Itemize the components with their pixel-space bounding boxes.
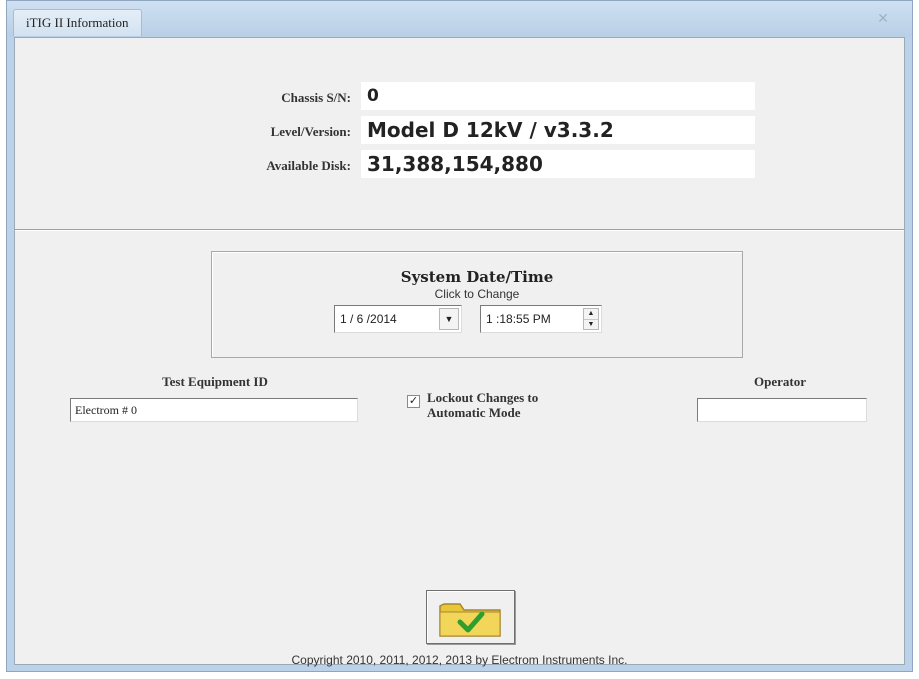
operator-label: Operator	[754, 374, 806, 389]
lockout-label-line1: Lockout Changes to	[427, 390, 539, 405]
chevron-down-icon[interactable]: ▼	[439, 308, 459, 330]
close-icon[interactable]: ✕	[876, 11, 890, 25]
lockout-label-line2: Automatic Mode	[427, 405, 521, 420]
system-datetime-title: System Date/Time	[400, 268, 554, 286]
date-picker[interactable]: 1 / 6 /2014 ▼	[334, 305, 462, 333]
spin-down-icon[interactable]: ▼	[584, 319, 598, 330]
time-value: 1 :18:55 PM	[486, 312, 551, 326]
window-title: iTIG II Information	[13, 9, 142, 36]
ok-button[interactable]	[426, 590, 515, 644]
test-equipment-id-field[interactable]: Electrom # 0	[70, 398, 358, 422]
system-datetime-group: System Date/Time Click to Change 1 / 6 /…	[211, 251, 743, 358]
time-picker[interactable]: 1 :18:55 PM ▲ ▼	[480, 305, 602, 333]
date-value: 1 / 6 /2014	[340, 312, 397, 326]
copyright-text: Copyright 2010, 2011, 2012, 2013 by Elec…	[291, 653, 628, 667]
section-divider	[15, 229, 904, 231]
available-disk-value: 31,388,154,880	[361, 150, 755, 178]
chassis-sn-value: 0	[361, 82, 755, 110]
lockout-label[interactable]: Lockout Changes to Automatic Mode	[427, 390, 627, 420]
dialog-window: iTIG II Information ✕ Chassis S/N: 0 Lev…	[6, 0, 913, 672]
level-version-value: Model D 12kV / v3.3.2	[361, 116, 755, 144]
level-version-label: Level/Version:	[270, 124, 351, 139]
chassis-sn-label: Chassis S/N:	[281, 90, 351, 105]
title-bar[interactable]: iTIG II Information ✕	[7, 1, 912, 37]
folder-check-icon	[439, 603, 501, 637]
click-to-change-hint: Click to Change	[434, 287, 520, 301]
lockout-checkbox[interactable]: ✓	[407, 395, 420, 408]
spin-up-icon[interactable]: ▲	[584, 309, 598, 319]
spinner-icon[interactable]: ▲ ▼	[583, 308, 599, 330]
available-disk-label: Available Disk:	[266, 158, 351, 173]
test-equipment-id-label: Test Equipment ID	[162, 374, 268, 389]
dialog-client-area: Chassis S/N: 0 Level/Version: Model D 12…	[14, 37, 905, 667]
operator-field[interactable]	[697, 398, 867, 422]
